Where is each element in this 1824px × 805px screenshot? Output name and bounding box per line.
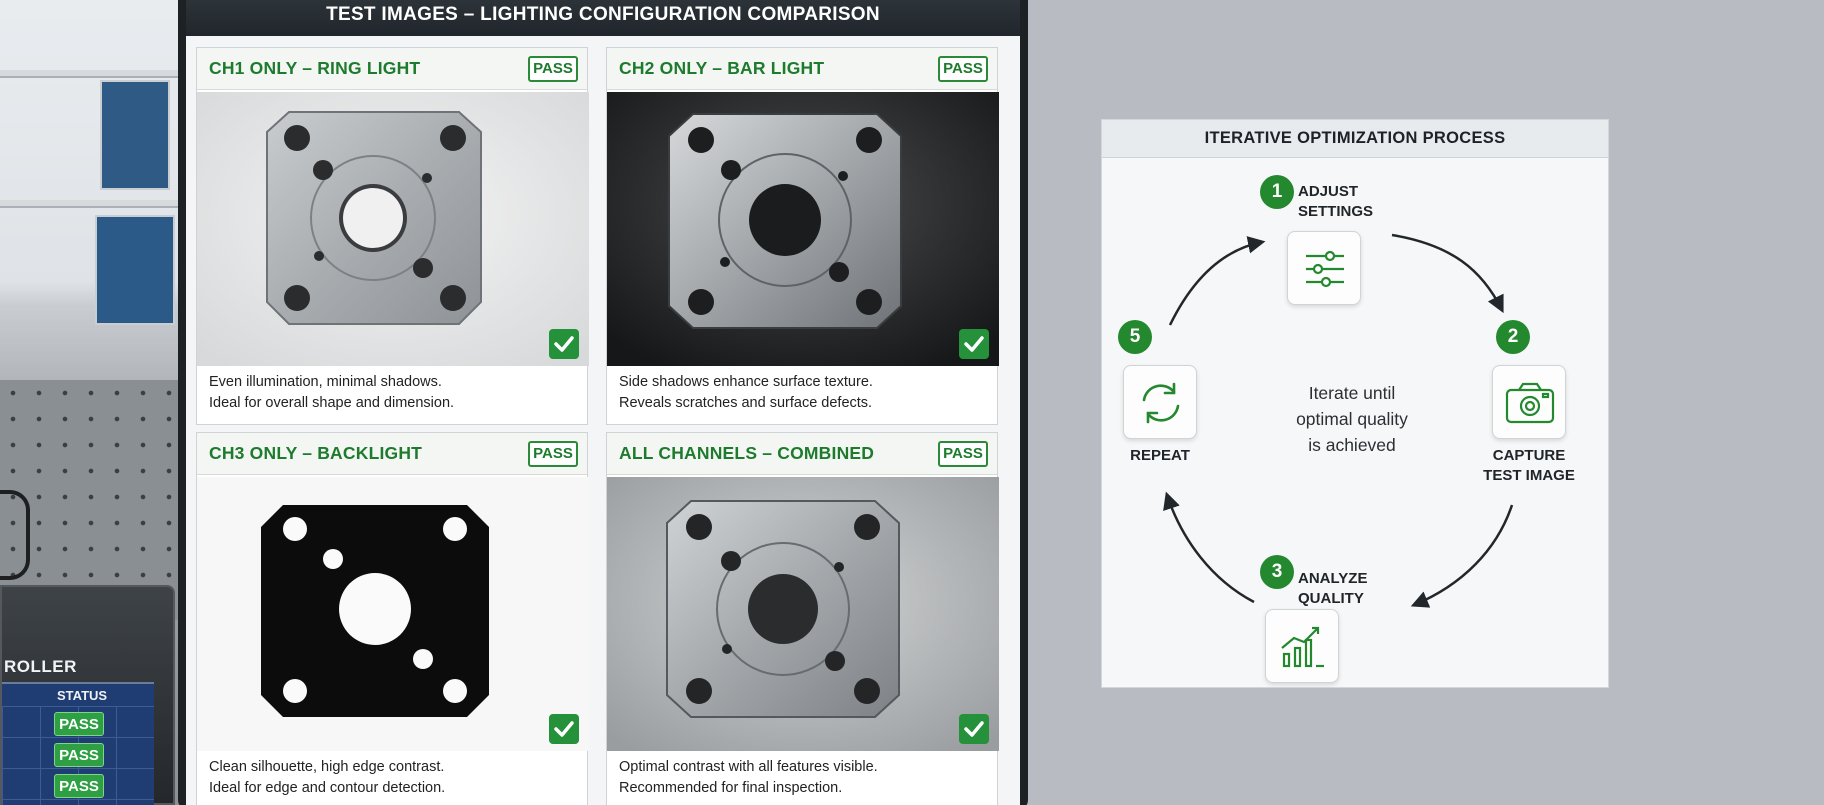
panel-bar-light[interactable]: CH2 ONLY – BAR LIGHT PASS Side shadows e… [606,47,999,425]
step-number: 5 [1118,320,1152,354]
panel-header: CH2 ONLY – BAR LIGHT PASS [607,48,997,90]
shelf [0,200,180,208]
camera-icon[interactable] [1492,365,1566,439]
step-label-repeat: REPEAT [1112,446,1208,466]
step-number: 2 [1496,320,1530,354]
status-header: STATUS [57,688,108,703]
window [100,80,170,190]
step-number: 1 [1260,175,1294,209]
caption-line: is achieved [1308,435,1396,455]
monitor-screen: TEST IMAGES – LIGHTING CONFIGURATION COM… [186,0,1020,805]
test-image-ring-light[interactable] [197,92,589,366]
light-controller: ROLLER STATUS PASS PASS PASS [0,585,175,805]
step-label-line: TEST IMAGE [1483,467,1575,484]
panel-all-channels[interactable]: ALL CHANNELS – COMBINED PASS Optimal con… [606,432,999,805]
description-line: Recommended for final inspection. [619,780,843,796]
panel-header: CH1 ONLY – RING LIGHT PASS [197,48,587,90]
description-line: Reveals scratches and surface defects. [619,395,873,411]
status-pass-badge: PASS [54,712,104,736]
check-icon [549,714,579,744]
cabinet [95,215,175,325]
chart-icon[interactable] [1265,609,1339,683]
panel-title: CH3 ONLY – BACKLIGHT [209,443,423,463]
step-label-line: ANALYZE [1298,570,1368,587]
panel-backlight[interactable]: CH3 ONLY – BACKLIGHT PASS Clean silhouet… [196,432,589,805]
step-label-adjust-settings: ADJUST SETTINGS [1298,182,1408,222]
panel-header: ALL CHANNELS – COMBINED PASS [607,433,997,475]
cable [0,490,30,580]
refresh-icon[interactable] [1123,365,1197,439]
panel-title: CH2 ONLY – BAR LIGHT [619,58,825,78]
pass-badge: PASS [528,56,578,82]
step-label-line: REPEAT [1130,447,1190,464]
panel-description: Clean silhouette, high edge contrast. Id… [209,757,579,799]
description-line: Clean silhouette, high edge contrast. [209,759,445,775]
description-line: Ideal for overall shape and dimension. [209,395,455,411]
panel-title: ALL CHANNELS – COMBINED [619,443,875,463]
caption-line: optimal quality [1296,409,1408,429]
step-label-line: QUALITY [1298,590,1364,607]
panel-description: Optimal contrast with all features visib… [619,757,989,799]
step-number: 3 [1260,555,1294,589]
panel-description: Even illumination, minimal shadows. Idea… [209,372,579,414]
test-image-combined[interactable] [607,477,999,751]
iterative-process-card: ITERATIVE OPTIMIZATION PROCESS 1 ADJUST … [1101,119,1609,688]
step-label-analyze-quality: ANALYZE QUALITY [1298,569,1408,609]
center-caption: Iterate until optimal quality is achieve… [1252,380,1452,458]
description-line: Even illumination, minimal shadows. [209,374,442,390]
controller-title: ROLLER [4,657,77,676]
step-label-line: SETTINGS [1298,203,1374,220]
pass-badge: PASS [938,441,988,467]
description-line: Optimal contrast with all features visib… [619,759,878,775]
status-pass-badge: PASS [54,774,104,798]
caption-line: Iterate until [1308,383,1396,403]
check-icon [959,714,989,744]
controller-screen: STATUS PASS PASS PASS [2,682,154,805]
test-image-backlight[interactable] [197,477,589,751]
status-pass-badge: PASS [54,743,104,767]
step-label-line: CAPTURE [1492,447,1566,464]
panel-ring-light[interactable]: CH1 ONLY – RING LIGHT PASS Even illumina… [196,47,589,425]
step-label-capture-test-image: CAPTURE TEST IMAGE [1462,446,1596,486]
panel-description: Side shadows enhance surface texture. Re… [619,372,989,414]
screen-title: TEST IMAGES – LIGHTING CONFIGURATION COM… [186,0,1020,36]
test-image-bar-light[interactable] [607,92,999,366]
panel-title: CH1 ONLY – RING LIGHT [209,58,421,78]
check-icon [959,329,989,359]
pass-badge: PASS [938,56,988,82]
description-line: Ideal for edge and contour detection. [209,780,446,796]
description-line: Side shadows enhance surface texture. [619,374,873,390]
shelf [0,70,180,78]
pass-badge: PASS [528,441,578,467]
check-icon [549,329,579,359]
step-label-line: ADJUST [1298,183,1359,200]
panel-header: CH3 ONLY – BACKLIGHT PASS [197,433,587,475]
sliders-icon[interactable] [1287,231,1361,305]
